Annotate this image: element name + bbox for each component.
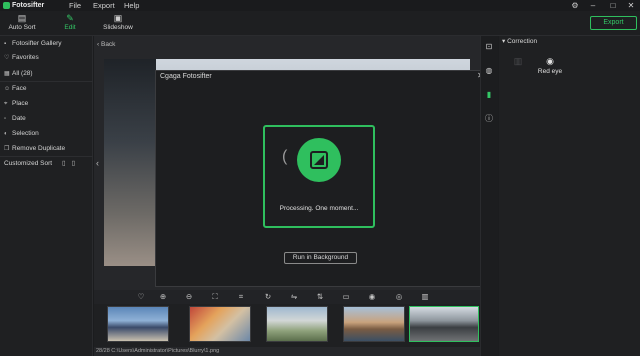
sidebar-item-favorites[interactable]: ♡ Favorites bbox=[4, 51, 90, 64]
thumbnail[interactable] bbox=[189, 306, 251, 342]
settings-gear-icon[interactable]: ⚙ bbox=[568, 0, 582, 11]
menu-help[interactable]: Help bbox=[124, 1, 139, 10]
app-logo-icon bbox=[3, 2, 10, 9]
location-pin-icon: ⌖ bbox=[4, 101, 8, 107]
correction-tool-icon[interactable]: ▮ bbox=[482, 88, 496, 102]
panel-title-label: Correction bbox=[507, 38, 538, 45]
info-icon[interactable]: ⓘ bbox=[482, 112, 496, 126]
processing-text: Processing. One moment... bbox=[279, 205, 359, 212]
fit-screen-icon[interactable]: ⛶ bbox=[210, 291, 220, 303]
export-button[interactable]: Export bbox=[590, 16, 637, 30]
edit-icon: ✎ bbox=[66, 13, 74, 23]
sidebar-item-gallery[interactable]: ▪ Fotosifter Gallery bbox=[4, 37, 90, 50]
face-icon: ☺ bbox=[4, 86, 11, 92]
slideshow-label: Slideshow bbox=[103, 24, 133, 31]
auto-sort-label: Auto Sort bbox=[8, 24, 36, 31]
blur-correction-button[interactable]: ▥ bbox=[503, 55, 533, 67]
heart-icon: ♡ bbox=[4, 55, 10, 61]
sidebar-item-label: Date bbox=[12, 115, 26, 122]
favorite-heart-icon[interactable]: ♡ bbox=[136, 291, 146, 303]
tag-icon[interactable]: ▯ bbox=[62, 160, 66, 167]
red-eye-button[interactable]: ◉ Red eye bbox=[535, 55, 565, 76]
edit-button[interactable]: ✎ Edit bbox=[50, 14, 90, 32]
sidebar-item-label: Place bbox=[12, 100, 29, 107]
menu-file[interactable]: File bbox=[69, 1, 81, 10]
app-title: Fotosifter bbox=[12, 2, 45, 9]
compare-icon[interactable]: ◎ bbox=[394, 291, 404, 303]
maximize-button[interactable]: □ bbox=[606, 0, 620, 11]
zoom-out-icon[interactable]: ⊖ bbox=[184, 291, 194, 303]
sidebar-item-date[interactable]: ▫ Date bbox=[4, 112, 90, 125]
back-label: Back bbox=[100, 41, 116, 48]
dialog-title: Cgaga Fotosifter bbox=[160, 73, 212, 80]
sidebar-item-label: Face bbox=[12, 85, 27, 92]
spinner-icon: ( bbox=[282, 148, 288, 165]
correction-panel bbox=[499, 36, 640, 356]
thumbnail[interactable] bbox=[343, 306, 405, 342]
thumbnail[interactable] bbox=[107, 306, 169, 342]
auto-sort-icon: ▤ bbox=[17, 13, 27, 23]
sidebar-item-customized-sort[interactable]: Customized Sort ▯ ▯ bbox=[4, 157, 90, 170]
thumbnail[interactable] bbox=[266, 306, 328, 342]
panel-title: ▾ Correction bbox=[502, 37, 537, 46]
folder-icon[interactable]: ▭ bbox=[341, 291, 351, 303]
run-in-background-button[interactable]: Run in Background bbox=[284, 252, 357, 264]
red-eye-icon: ◉ bbox=[546, 56, 554, 66]
tag-edit-icon[interactable]: ▯ bbox=[72, 160, 76, 167]
sidebar-item-place[interactable]: ⌖ Place bbox=[4, 97, 90, 110]
delete-trash-icon[interactable]: ▥ bbox=[420, 291, 430, 303]
status-bar: 28/28 C:\Users\Administrator\Pictures\Bl… bbox=[96, 348, 220, 354]
edit-tools-column bbox=[480, 36, 498, 356]
slideshow-button[interactable]: ▣ Slideshow bbox=[98, 14, 138, 32]
calendar-icon: ▫ bbox=[4, 116, 7, 122]
app-window: Fotosifter File Export Help ⚙ – □ ✕ ▤ Au… bbox=[0, 0, 640, 356]
auto-sort-button[interactable]: ▤ Auto Sort bbox=[2, 14, 42, 32]
sidebar-item-face[interactable]: ☺ Face bbox=[4, 82, 90, 95]
previous-photo-icon[interactable]: ‹ bbox=[96, 158, 99, 168]
view-eye-icon[interactable]: ◉ bbox=[367, 291, 377, 303]
sidebar-item-label: Fotosifter Gallery bbox=[12, 40, 62, 47]
sidebar-item-selection[interactable]: ◐ Selection bbox=[4, 127, 90, 140]
sidebar-item-label: Favorites bbox=[12, 54, 39, 61]
back-link[interactable]: ‹ Back bbox=[97, 40, 115, 49]
gallery-icon: ▪ bbox=[4, 41, 7, 47]
edit-label: Edit bbox=[64, 24, 76, 31]
duplicate-icon: ❐ bbox=[4, 146, 10, 152]
crop-icon[interactable]: ⌗ bbox=[236, 291, 246, 303]
app-logo-icon bbox=[297, 138, 341, 182]
selection-icon: ◐ bbox=[4, 131, 8, 137]
blur-icon: ▥ bbox=[513, 56, 523, 66]
sidebar-item-label: Remove Duplicate bbox=[12, 145, 66, 152]
close-button[interactable]: ✕ bbox=[624, 0, 638, 11]
flip-horizontal-icon[interactable]: ⇋ bbox=[289, 291, 299, 303]
sidebar-item-all[interactable]: ▦ All (28) bbox=[4, 67, 90, 80]
slideshow-icon: ▣ bbox=[113, 13, 123, 23]
sidebar-item-label: Selection bbox=[12, 130, 39, 137]
sidebar-item-remove-duplicate[interactable]: ❐ Remove Duplicate bbox=[4, 142, 90, 155]
zoom-in-icon[interactable]: ⊕ bbox=[158, 291, 168, 303]
toolbar bbox=[0, 11, 640, 36]
sidebar-item-label: All (28) bbox=[12, 70, 33, 77]
menu-export[interactable]: Export bbox=[93, 1, 115, 10]
sidebar-item-label: Customized Sort bbox=[4, 160, 53, 167]
thumbnail-selected[interactable] bbox=[409, 306, 479, 342]
correction-label: Red eye bbox=[537, 68, 563, 75]
grid-icon: ▦ bbox=[4, 71, 10, 77]
minimize-button[interactable]: – bbox=[586, 0, 600, 11]
adjust-tool-icon[interactable]: ◍ bbox=[482, 64, 496, 78]
crop-tool-icon[interactable]: ⊡ bbox=[482, 40, 496, 54]
flip-vertical-icon[interactable]: ⇅ bbox=[315, 291, 325, 303]
rotate-icon[interactable]: ↻ bbox=[263, 291, 273, 303]
